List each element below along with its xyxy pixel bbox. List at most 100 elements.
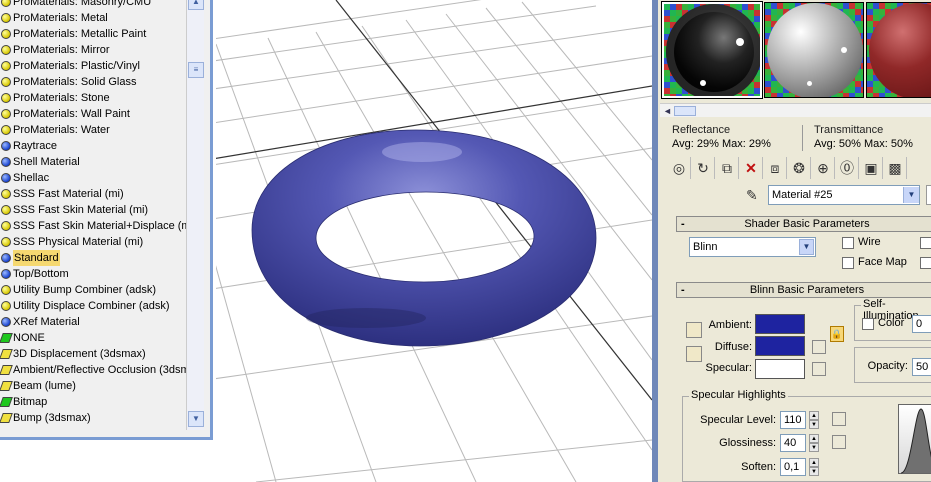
show-map-icon[interactable]: ▣ bbox=[860, 157, 883, 179]
yellow-sphere-icon bbox=[1, 13, 11, 23]
shader-rollout-header[interactable]: - Shader Basic Parameters bbox=[676, 216, 931, 232]
blue-sphere-icon bbox=[1, 173, 11, 183]
sample-slot-1[interactable] bbox=[661, 1, 763, 99]
material-list-item[interactable]: ProMaterials: Metallic Paint bbox=[0, 26, 186, 42]
sample-slot-3[interactable] bbox=[866, 2, 931, 98]
material-list-item-label: SSS Physical Material (mi) bbox=[13, 236, 144, 248]
material-list-item[interactable]: NONE bbox=[0, 330, 186, 346]
soften-value: 0,1 bbox=[784, 461, 800, 473]
self-illum-value-field[interactable]: 0 bbox=[912, 315, 931, 333]
material-name-field[interactable]: Material #25 ▼ bbox=[768, 185, 920, 205]
material-list-item[interactable]: ProMaterials: Water bbox=[0, 122, 186, 138]
material-list-item-label: Standard bbox=[13, 250, 60, 266]
material-list-item[interactable]: Bump (3dsmax) bbox=[0, 410, 186, 426]
material-list-item-label: Utility Bump Combiner (adsk) bbox=[13, 284, 157, 296]
glossiness-map-button[interactable] bbox=[832, 435, 846, 449]
material-type-button[interactable] bbox=[926, 185, 931, 205]
material-list-item[interactable]: SSS Physical Material (mi) bbox=[0, 234, 186, 250]
material-list-item-label: ProMaterials: Masonry/CMU bbox=[13, 0, 152, 8]
yellow-sphere-icon bbox=[1, 45, 11, 55]
material-list-item-label: ProMaterials: Solid Glass bbox=[13, 76, 137, 88]
material-list-item[interactable]: Utility Displace Combiner (adsk) bbox=[0, 298, 186, 314]
scroll-left-icon[interactable]: ◄ bbox=[663, 106, 673, 116]
faceted-checkbox[interactable] bbox=[920, 257, 931, 269]
material-list-item[interactable]: XRef Material bbox=[0, 314, 186, 330]
eyedropper-icon[interactable]: ✎ bbox=[746, 187, 762, 203]
diffuse-color-swatch[interactable] bbox=[755, 336, 805, 356]
browser-scrollbar[interactable]: ▲ ≡ ▼ bbox=[186, 0, 204, 430]
scroll-down-button[interactable]: ▼ bbox=[188, 411, 204, 427]
glossiness-value: 40 bbox=[784, 437, 797, 449]
material-list-item[interactable]: SSS Fast Skin Material+Displace (mi) bbox=[0, 218, 197, 234]
material-browser: ProMaterials: Masonry/CMU ProMaterials: M… bbox=[0, 0, 213, 440]
slots-scroll-thumb[interactable] bbox=[674, 106, 696, 116]
lock-icon[interactable]: 🔒 bbox=[830, 326, 844, 342]
diffuse-map-button[interactable] bbox=[812, 340, 826, 354]
show-end-result-icon[interactable]: ▩ bbox=[884, 157, 907, 179]
copy-material-icon[interactable]: ⧈ bbox=[764, 157, 787, 179]
two-sided-checkbox[interactable] bbox=[920, 237, 931, 249]
sample-slot-2[interactable] bbox=[764, 2, 864, 98]
shader-type-value: Blinn bbox=[693, 241, 718, 253]
specular-level-map-button[interactable] bbox=[832, 412, 846, 426]
blinn-rollout-header[interactable]: - Blinn Basic Parameters bbox=[676, 282, 931, 298]
material-list-item-label: Beam (lume) bbox=[13, 380, 76, 392]
material-list-item[interactable]: ProMaterials: Mirror bbox=[0, 42, 186, 58]
material-list-item[interactable]: Raytrace bbox=[0, 138, 186, 154]
material-list-item[interactable]: ProMaterials: Masonry/CMU bbox=[0, 0, 186, 10]
material-list-item[interactable]: Beam (lume) bbox=[0, 378, 186, 394]
make-unique-icon[interactable]: ❂ bbox=[788, 157, 811, 179]
material-list-item[interactable]: Utility Bump Combiner (adsk) bbox=[0, 282, 186, 298]
chevron-down-icon[interactable]: ▼ bbox=[903, 187, 919, 203]
material-list-item-label: Shellac bbox=[13, 172, 50, 184]
scroll-up-button[interactable]: ▲ bbox=[188, 0, 204, 10]
torus-object[interactable] bbox=[251, 129, 597, 347]
collapse-icon: - bbox=[681, 218, 685, 230]
self-illum-color-checkbox[interactable] bbox=[862, 318, 874, 330]
chevron-down-icon[interactable]: ▼ bbox=[799, 239, 814, 255]
ambient-color-swatch[interactable] bbox=[755, 314, 805, 334]
opacity-field[interactable]: 50 bbox=[912, 358, 931, 376]
scroll-thumb[interactable]: ≡ bbox=[188, 62, 204, 78]
material-list-item-label: ProMaterials: Mirror bbox=[13, 44, 110, 56]
opacity-value: 50 bbox=[916, 361, 929, 373]
perspective-viewport[interactable] bbox=[216, 0, 652, 482]
transmittance-values: Avg: 50% Max: 50% bbox=[814, 138, 913, 150]
material-list-item[interactable]: Top/Bottom bbox=[0, 266, 186, 282]
material-list-item[interactable]: SSS Fast Material (mi) bbox=[0, 186, 186, 202]
glossiness-field[interactable]: 40 bbox=[780, 434, 806, 452]
face-map-checkbox[interactable] bbox=[842, 257, 854, 269]
soften-field[interactable]: 0,1 bbox=[780, 458, 806, 476]
soften-spinner[interactable]: ▲ ▼ bbox=[809, 458, 819, 476]
material-list-item[interactable]: SSS Fast Skin Material (mi) bbox=[0, 202, 186, 218]
material-list-item[interactable]: Shell Material bbox=[0, 154, 186, 170]
put-to-library-icon[interactable]: ⊕ bbox=[812, 157, 835, 179]
sample-sphere-white bbox=[767, 3, 863, 97]
shader-type-select[interactable]: Blinn ▼ bbox=[689, 237, 816, 257]
material-list-item[interactable]: ProMaterials: Stone bbox=[0, 90, 186, 106]
glossiness-spinner[interactable]: ▲ ▼ bbox=[809, 434, 819, 452]
assign-to-selection-icon[interactable]: ⧉ bbox=[716, 157, 739, 179]
material-list-item[interactable]: ProMaterials: Solid Glass bbox=[0, 74, 186, 90]
material-list-item[interactable]: Bitmap bbox=[0, 394, 186, 410]
wire-checkbox[interactable] bbox=[842, 237, 854, 249]
material-list-item-label: ProMaterials: Plastic/Vinyl bbox=[13, 60, 140, 72]
material-id-icon[interactable]: ⓪ bbox=[836, 157, 859, 179]
material-list-item[interactable]: Shellac bbox=[0, 170, 186, 186]
yellow-sphere-icon bbox=[1, 29, 11, 39]
transmittance-title: Transmittance bbox=[814, 124, 884, 136]
material-list-item[interactable]: ProMaterials: Plastic/Vinyl bbox=[0, 58, 186, 74]
material-list-item[interactable]: 3D Displacement (3dsmax) bbox=[0, 346, 186, 362]
material-list-item[interactable]: Ambient/Reflective Occlusion (3dsm bbox=[0, 362, 190, 378]
specular-level-spinner[interactable]: ▲ ▼ bbox=[809, 411, 819, 429]
get-material-icon[interactable]: ◎ bbox=[668, 157, 691, 179]
material-list-item[interactable]: Standard bbox=[0, 250, 186, 266]
specular-color-swatch[interactable] bbox=[755, 359, 805, 379]
slots-scrollbar[interactable]: ◄ bbox=[660, 103, 931, 117]
put-to-scene-icon[interactable]: ↻ bbox=[692, 157, 715, 179]
specular-map-button[interactable] bbox=[812, 362, 826, 376]
reset-map-icon[interactable]: ✕ bbox=[740, 157, 763, 179]
specular-level-field[interactable]: 110 bbox=[780, 411, 806, 429]
material-list-item[interactable]: ProMaterials: Wall Paint bbox=[0, 106, 186, 122]
material-list-item[interactable]: ProMaterials: Metal bbox=[0, 10, 186, 26]
